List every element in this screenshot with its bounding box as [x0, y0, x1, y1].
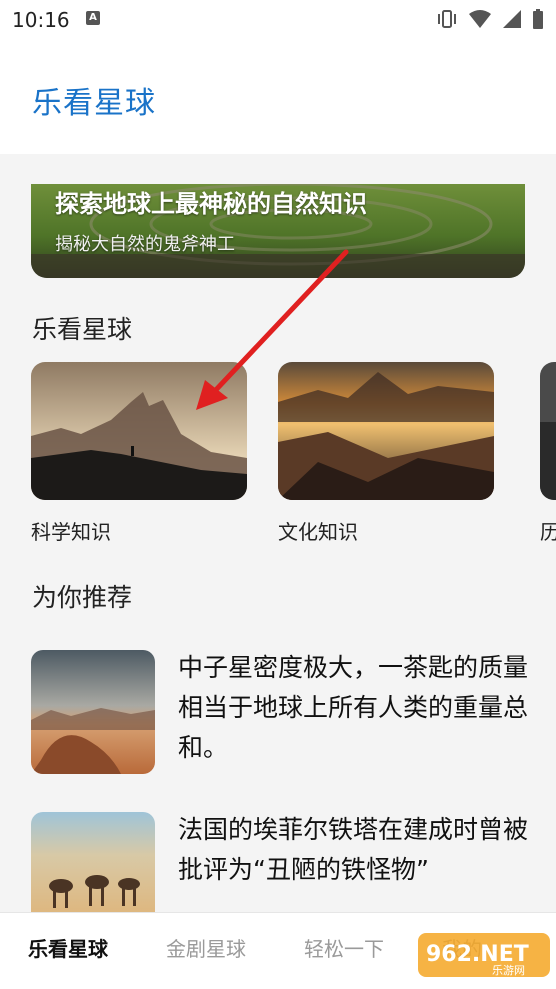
- battery-icon: [533, 9, 543, 29]
- recommend-heading: 为你推荐: [32, 583, 133, 612]
- desert-rocks-image: [31, 650, 155, 774]
- categories-heading: 乐看星球: [32, 315, 133, 344]
- recommend-item-image[interactable]: [31, 812, 155, 912]
- category-label-culture: 文化知识: [278, 520, 358, 544]
- app-bar: 乐看星球: [0, 38, 556, 154]
- hero-banner[interactable]: 探索地球上最神秘的自然知识 揭秘大自然的鬼斧神工: [31, 184, 525, 278]
- svg-text:乐游网: 乐游网: [492, 964, 525, 977]
- status-icons: [436, 9, 544, 29]
- tab-relax[interactable]: 轻松一下: [304, 933, 384, 962]
- signal-icon: [503, 10, 521, 28]
- banner-title: 探索地球上最神秘的自然知识: [55, 190, 367, 218]
- notification-a-icon: A: [86, 11, 100, 25]
- wifi-icon: [469, 10, 491, 28]
- category-label-science: 科学知识: [31, 520, 111, 544]
- recommend-item-title[interactable]: 法国的埃菲尔铁塔在建成时曾被批评为“丑陋的铁怪物”: [178, 810, 528, 890]
- category-card-culture[interactable]: [278, 362, 494, 500]
- category-card-science[interactable]: [31, 362, 247, 500]
- banner-subtitle: 揭秘大自然的鬼斧神工: [55, 234, 235, 255]
- tab-jinju-planet[interactable]: 金剧星球: [166, 933, 246, 962]
- bottom-tab-bar: 乐看星球 金剧星球 轻松一下 我的 962.NET 乐游网: [0, 912, 556, 989]
- app-title: 乐看星球: [32, 86, 156, 121]
- vibrate-icon: [438, 10, 456, 28]
- status-bar: 10:16 A: [0, 0, 556, 38]
- camel-caravan-image: [31, 812, 155, 912]
- category-card-history[interactable]: [540, 362, 556, 500]
- recommend-item-title[interactable]: 中子星密度极大，一茶匙的质量相当于地球上所有人类的重量总和。: [178, 648, 528, 768]
- main-content[interactable]: 探索地球上最神秘的自然知识 揭秘大自然的鬼斧神工 乐看星球 科学知识 文化知识 …: [0, 154, 556, 912]
- status-time: 10:16: [12, 8, 70, 32]
- tab-lekan-planet[interactable]: 乐看星球: [28, 933, 108, 962]
- recommend-item-image[interactable]: [31, 650, 155, 774]
- watermark-logo: 962.NET 乐游网: [418, 933, 550, 977]
- history-card-image: [540, 362, 556, 500]
- science-card-image: [31, 362, 247, 500]
- category-label-history: 历: [540, 520, 556, 544]
- culture-card-image: [278, 362, 494, 500]
